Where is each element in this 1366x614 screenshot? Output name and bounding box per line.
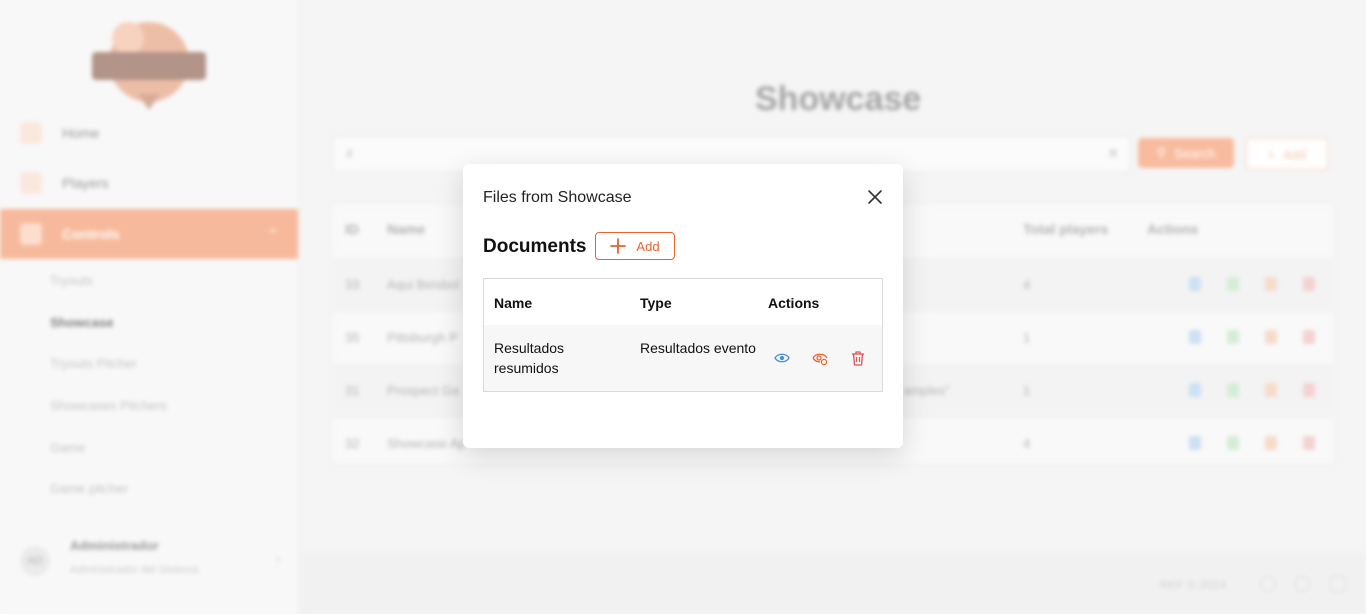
add-document-label: Add: [636, 238, 660, 254]
trash-icon[interactable]: [850, 350, 866, 366]
column-header-actions: Actions: [768, 295, 820, 311]
view-settings-icon[interactable]: [812, 350, 828, 366]
view-icon[interactable]: [774, 350, 790, 366]
modal-title: Files from Showcase: [483, 189, 632, 206]
documents-table: Name Type Actions Resultados resumidos R…: [483, 278, 883, 392]
column-header-type: Type: [640, 295, 672, 311]
close-icon[interactable]: [867, 189, 883, 205]
files-modal: Files from Showcase Documents Add Name T…: [463, 164, 903, 448]
add-document-button[interactable]: Add: [595, 232, 675, 260]
column-header-name: Name: [494, 295, 533, 311]
plus-icon: [610, 238, 627, 254]
documents-heading: Documents: [483, 236, 587, 257]
cell-type: Resultados evento: [640, 340, 756, 356]
table-header: Name Type Actions: [484, 279, 882, 326]
cell-name: Resultados resumidos: [494, 340, 565, 376]
table-row: Resultados resumidos Resultados evento: [484, 325, 882, 391]
